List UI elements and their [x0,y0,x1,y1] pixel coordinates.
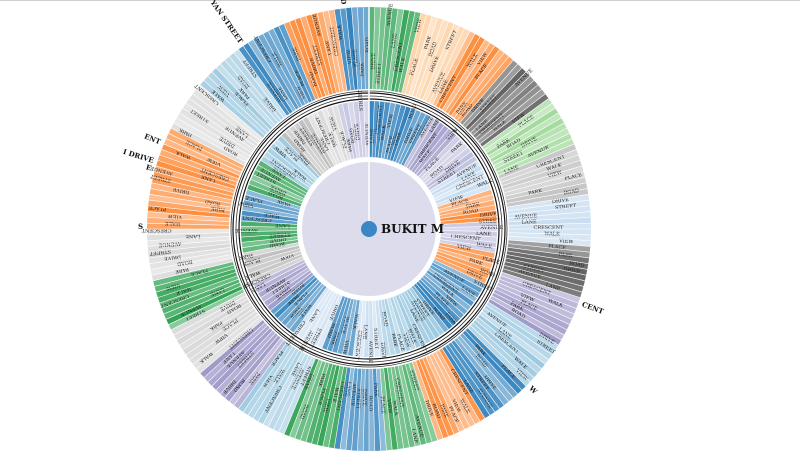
segment-label: WALK [544,231,560,238]
outer-label: ENT [143,131,163,146]
center-dot[interactable] [361,221,377,237]
segment-label: DRIVE [379,342,387,360]
outer-label: W [527,383,540,396]
outer-label: AY YAN STREET [201,0,246,46]
outer-label: CENT [581,300,606,316]
outer-label: ROAD [337,0,349,5]
segment-label: WALK [165,220,181,227]
outer-label: S [138,222,143,231]
sunburst-diagram: ROADDRIVESTREETAVENUELANECRESCENTWALKVIE… [122,0,606,451]
segment-label: CRESCENT [141,227,172,233]
segment-label: CRESCENT [534,225,565,231]
segment-label: ROAD [365,37,371,52]
center-label: BUKIT M [381,222,444,236]
segment-label: AVENUE [367,340,373,364]
segment-label: AVENUE [235,227,259,233]
